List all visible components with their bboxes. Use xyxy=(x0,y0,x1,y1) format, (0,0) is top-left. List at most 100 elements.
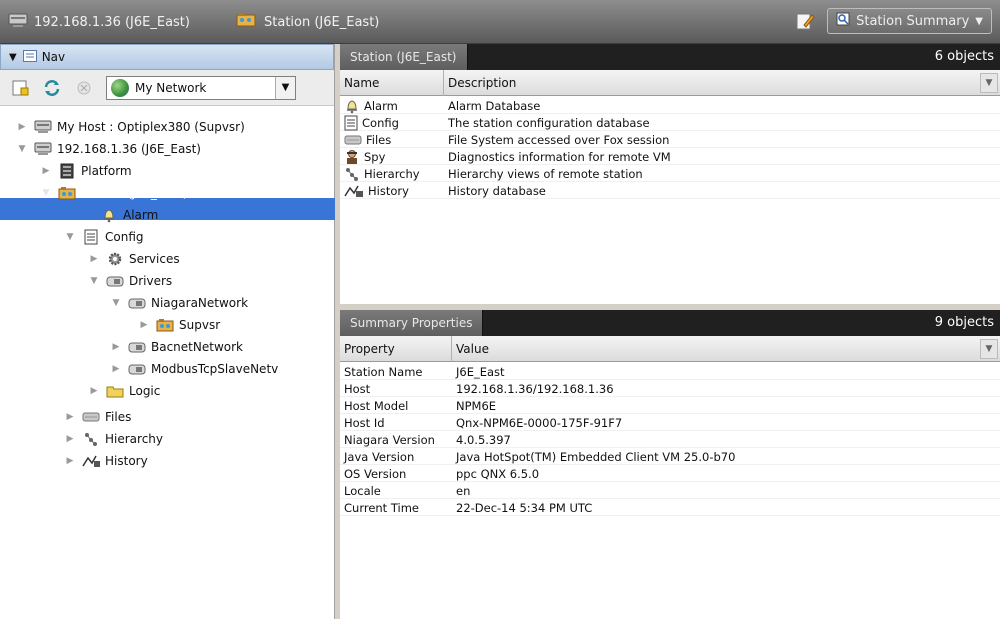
name-text: Config xyxy=(362,116,399,130)
description-cell: Hierarchy views of remote station xyxy=(448,167,643,181)
network-icon xyxy=(128,339,146,355)
expanded-arrow-icon[interactable]: ▼ xyxy=(64,232,76,242)
collapsed-arrow-icon[interactable]: ▶ xyxy=(16,122,28,132)
description-cell: Diagnostics information for remote VM xyxy=(448,150,671,164)
station-icon xyxy=(156,317,174,333)
description-cell: File System accessed over Fox session xyxy=(448,133,670,147)
tree-node[interactable]: ▶ Platform xyxy=(40,160,132,182)
nav-title: Nav xyxy=(41,50,66,64)
property-cell: Host xyxy=(344,382,371,396)
collapsed-arrow-icon[interactable]: ▶ xyxy=(64,412,76,422)
table-options-icon[interactable]: ▼ xyxy=(980,73,998,93)
name-cell: History xyxy=(344,183,409,199)
table-row[interactable]: Host Model NPM6E xyxy=(340,398,1000,414)
table-row[interactable]: Spy Diagnostics information for remote VM xyxy=(340,149,1000,165)
station-icon xyxy=(236,12,258,32)
column-header-name[interactable]: Name xyxy=(340,70,444,96)
name-text: Hierarchy xyxy=(364,167,420,181)
tree-node-label: Alarm xyxy=(123,208,159,222)
summary-object-count: 9 objects xyxy=(934,315,994,330)
network-select[interactable]: My Network ▼ xyxy=(106,75,296,100)
table-row[interactable]: Station Name J6E_East xyxy=(340,364,1000,380)
sync-icon[interactable] xyxy=(42,78,62,98)
tree-node[interactable]: ▶ ModbusTcpSlaveNetv xyxy=(110,358,279,380)
view-selector[interactable]: Station Summary ▼ xyxy=(827,8,992,34)
tree-node[interactable]: ▼ Config xyxy=(64,226,144,248)
name-text: History xyxy=(368,184,409,198)
expanded-arrow-icon[interactable]: ▼ xyxy=(40,188,52,198)
tree-node[interactable]: ▶ BacnetNetwork xyxy=(110,336,243,358)
tree-node-label: Drivers xyxy=(129,274,173,288)
tree-node[interactable]: ▶ Services xyxy=(88,248,180,270)
column-header-property[interactable]: Property xyxy=(340,336,452,362)
config-icon xyxy=(344,115,358,131)
tab-station[interactable]: Station (J6E_East) xyxy=(340,44,468,70)
value-cell: J6E_East xyxy=(456,365,505,379)
property-cell: OS Version xyxy=(344,467,407,481)
close-icon[interactable] xyxy=(74,78,94,98)
collapsed-arrow-icon[interactable]: ▶ xyxy=(110,342,122,352)
name-cell: Spy xyxy=(344,149,385,165)
table-row[interactable]: History History database xyxy=(340,183,1000,199)
tree-node[interactable]: ▶ Files xyxy=(64,406,132,428)
host-icon xyxy=(34,119,52,135)
expanded-arrow-icon[interactable]: ▼ xyxy=(16,144,28,154)
tree-node-label: 192.168.1.36 (J6E_East) xyxy=(57,142,201,156)
tree-node[interactable]: ▶ Hierarchy xyxy=(64,428,163,450)
host-icon xyxy=(34,141,52,157)
table-row[interactable]: Hierarchy Hierarchy views of remote stati… xyxy=(340,166,1000,182)
tree-node[interactable]: ▶ Logic xyxy=(88,380,161,402)
tree-node-label: Logic xyxy=(129,384,161,398)
column-header-value[interactable]: Value xyxy=(452,336,980,362)
host-icon xyxy=(8,12,28,32)
tree-node-label: History xyxy=(105,454,148,468)
table-row[interactable]: Alarm Alarm Database xyxy=(340,98,1000,114)
tree-node[interactable]: ▶ My Host : Optiplex380 (Supvsr) xyxy=(16,116,245,138)
collapsed-arrow-icon[interactable]: ▶ xyxy=(88,386,100,396)
collapsed-arrow-icon[interactable]: ▶ xyxy=(40,166,52,176)
tree-node[interactable]: ▶ Supvsr xyxy=(138,314,221,336)
nav-header[interactable]: ▼ Nav xyxy=(0,44,334,70)
value-cell: Qnx-NPM6E-0000-175F-91F7 xyxy=(456,416,623,430)
tab-summary-properties[interactable]: Summary Properties xyxy=(340,310,484,336)
tree-node-label: Supvsr xyxy=(179,318,221,332)
table-row[interactable]: Host 192.168.1.36/192.168.1.36 xyxy=(340,381,1000,397)
collapsed-arrow-icon[interactable]: ▶ xyxy=(110,364,122,374)
collapsed-arrow-icon[interactable]: ▶ xyxy=(64,456,76,466)
table-options-icon[interactable]: ▼ xyxy=(980,339,998,359)
summary-pane-header: Summary Properties 9 objects xyxy=(340,310,1000,336)
collapsed-arrow-icon[interactable]: ▶ xyxy=(138,320,150,330)
breadcrumb-station[interactable]: Station (J6E_East) xyxy=(236,12,379,32)
name-cell: Alarm xyxy=(344,98,398,114)
table-row[interactable]: Host Id Qnx-NPM6E-0000-175F-91F7 xyxy=(340,415,1000,431)
files-icon xyxy=(82,409,100,425)
view-selector-label: Station Summary xyxy=(856,13,970,29)
tree-node[interactable]: ▼ NiagaraNetwork xyxy=(110,292,249,314)
expanded-arrow-icon[interactable]: ▼ xyxy=(110,298,122,308)
tree-node[interactable]: ▶ History xyxy=(64,450,148,472)
collapsed-arrow-icon[interactable]: ▶ xyxy=(64,434,76,444)
hierarchy-icon xyxy=(82,431,100,447)
breadcrumb-host[interactable]: 192.168.1.36 (J6E_East) xyxy=(8,12,190,32)
history-icon xyxy=(82,453,100,469)
table-row[interactable]: Files File System accessed over Fox sessi… xyxy=(340,132,1000,148)
tree-node[interactable]: ▼ 192.168.1.36 (J6E_East) xyxy=(16,138,201,160)
expanded-arrow-icon[interactable]: ▼ xyxy=(88,276,100,286)
column-header-description[interactable]: Description xyxy=(444,70,980,96)
collapsed-arrow-icon[interactable]: ▶ xyxy=(88,254,100,264)
chevron-down-icon[interactable]: ▼ xyxy=(275,76,295,99)
new-tab-icon[interactable] xyxy=(10,78,30,98)
edit-icon[interactable] xyxy=(795,11,815,31)
tree-node[interactable]: ▼ Station (J6E_East) xyxy=(40,182,188,204)
table-row[interactable]: Current Time 22-Dec-14 5:34 PM UTC xyxy=(340,500,1000,516)
tree-node[interactable]: ▼ Drivers xyxy=(88,270,173,292)
folder-icon xyxy=(106,383,124,399)
gear-icon xyxy=(106,251,124,267)
table-row[interactable]: Locale en xyxy=(340,483,1000,499)
table-row[interactable]: Config The station configuration database xyxy=(340,115,1000,131)
name-text: Spy xyxy=(364,150,386,164)
table-row[interactable]: Java Version Java HotSpot(TM) Embedded Cl… xyxy=(340,449,1000,465)
table-row[interactable]: OS Version ppc QNX 6.5.0 xyxy=(340,466,1000,482)
tree-node[interactable]: Alarm xyxy=(82,204,158,226)
table-row[interactable]: Niagara Version 4.0.5.397 xyxy=(340,432,1000,448)
